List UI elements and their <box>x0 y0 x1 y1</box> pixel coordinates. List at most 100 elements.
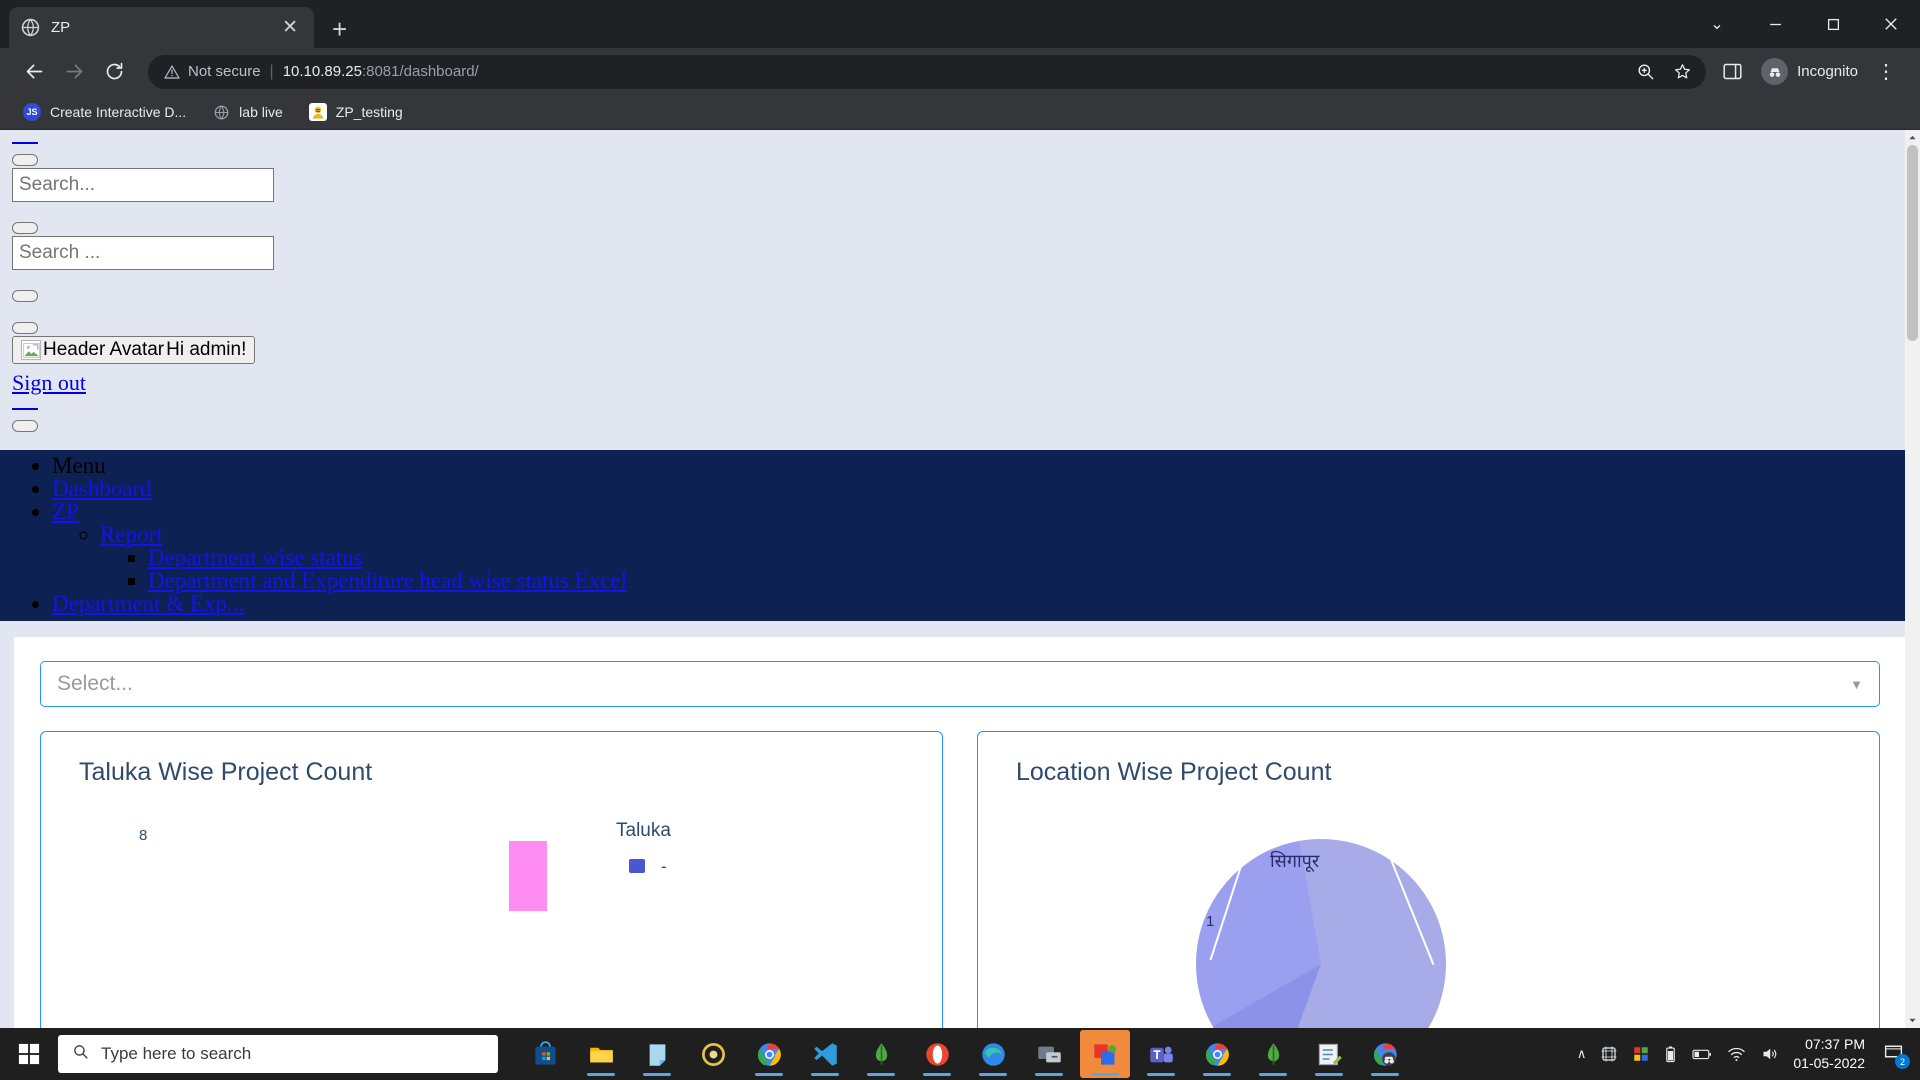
incognito-profile-chip[interactable]: Incognito <box>1755 54 1870 89</box>
windows-taskbar: Type here to search ∧ 07:37 PM 01-05-202… <box>0 1028 1920 1080</box>
card-title: Location Wise Project Count <box>1016 758 1332 786</box>
taskbar-app-visual-studio-code[interactable] <box>800 1030 850 1078</box>
search-tabs-icon[interactable]: ⌄ <box>1688 0 1746 48</box>
back-icon[interactable] <box>14 52 54 92</box>
axis-tick-label: 8 <box>139 827 148 844</box>
taskbar-app-file-explorer[interactable] <box>576 1030 626 1078</box>
taskbar-app-anydesk[interactable] <box>1080 1030 1130 1078</box>
nav-link-department-exp[interactable]: Department & Exp... <box>52 591 244 616</box>
nav-list-level2: Report Department wise status Department… <box>52 523 1920 592</box>
bar-segment[interactable] <box>509 841 547 911</box>
running-indicator <box>643 1073 671 1076</box>
nav-link-department-wise-status[interactable]: Department wise status <box>148 545 363 570</box>
running-indicator <box>867 1073 895 1076</box>
taskbar-app-remote-desktop[interactable] <box>1024 1030 1074 1078</box>
taskbar-app-sticky-notes[interactable] <box>632 1030 682 1078</box>
signout-link[interactable]: Sign out <box>12 370 86 396</box>
nav-link-zp[interactable]: ZP <box>52 499 79 524</box>
taskbar-app-microsoft-store[interactable] <box>520 1030 570 1078</box>
nav-item-department-exp[interactable]: Department & Exp... <box>52 592 1920 615</box>
taskbar-app-photos[interactable] <box>688 1030 738 1078</box>
taskbar-window-mongodb[interactable] <box>1248 1030 1298 1078</box>
bookmark-label: Create Interactive D... <box>50 104 187 120</box>
chevron-up-icon[interactable]: ∧ <box>1577 1046 1587 1062</box>
maximize-button[interactable] <box>1804 0 1862 48</box>
omnibox-separator: | <box>269 62 274 80</box>
browser-tab-zp[interactable]: ZP ✕ <box>9 7 314 48</box>
dashboard-panel: Select... ▼ Taluka Wise Project Count 8 … <box>14 637 1906 1028</box>
sidebar-toggle-button[interactable] <box>12 154 38 166</box>
nav-item-zp[interactable]: ZP Report Department wise status Departm… <box>52 500 1920 592</box>
window-controls: ⌄ <box>1688 0 1920 48</box>
address-bar[interactable]: Not secure | 10.10.89.25:8081/dashboard/ <box>148 54 1707 89</box>
filter-select[interactable]: Select... ▼ <box>40 661 1880 707</box>
user-menu-toggle-button[interactable] <box>12 322 38 334</box>
bookmark-item[interactable]: ZP_testing <box>300 99 412 125</box>
nav-item-dashboard[interactable]: Dashboard <box>52 477 1920 500</box>
nav-item-department-wise-status[interactable]: Department wise status <box>148 546 1920 569</box>
chrome-menu-icon[interactable]: ⋮ <box>1870 59 1906 84</box>
volume-icon[interactable] <box>1760 1045 1779 1063</box>
bookmark-item[interactable]: lab live <box>203 99 292 125</box>
scroll-up-arrow[interactable] <box>1905 130 1920 145</box>
running-indicator <box>979 1073 1007 1076</box>
taskbar-window-chrome-incognito[interactable] <box>1360 1030 1410 1078</box>
notification-center-button[interactable]: 2 <box>1879 1041 1910 1069</box>
new-tab-button[interactable]: + <box>332 16 347 42</box>
search-input-primary[interactable] <box>12 168 274 202</box>
running-indicator <box>1371 1073 1399 1076</box>
minimize-button[interactable] <box>1746 0 1804 48</box>
card-title: Taluka Wise Project Count <box>79 758 373 786</box>
nav-item-department-expenditure-excel[interactable]: Department and Expenditure head wise sta… <box>148 569 1920 592</box>
header-divider-top <box>12 142 38 144</box>
running-indicator <box>923 1073 951 1076</box>
page-scrollbar[interactable] <box>1905 130 1920 1028</box>
nav-link-dashboard[interactable]: Dashboard <box>52 476 152 501</box>
card-taluka-wise-project-count: Taluka Wise Project Count 8 Taluka - <box>40 731 943 1028</box>
close-icon[interactable]: ✕ <box>278 14 302 41</box>
taskbar-window-notepad[interactable] <box>1304 1030 1354 1078</box>
color-tray-icon[interactable] <box>1632 1045 1650 1063</box>
browser-toolbar: Not secure | 10.10.89.25:8081/dashboard/… <box>0 48 1920 95</box>
search-toggle-button[interactable] <box>12 222 38 234</box>
taskbar-search-box[interactable]: Type here to search <box>58 1035 498 1073</box>
windows-icon[interactable] <box>0 1028 58 1080</box>
taskbar-app-mongodb-compass[interactable] <box>856 1030 906 1078</box>
taskbar-clock[interactable]: 07:37 PM 01-05-2022 <box>1793 1035 1865 1073</box>
tab-title: ZP <box>51 19 71 36</box>
taskbar-window-chrome[interactable] <box>1192 1030 1242 1078</box>
scrollbar-thumb[interactable] <box>1907 145 1918 341</box>
legend-title: Taluka <box>616 820 671 841</box>
taskbar-app-teams[interactable] <box>1136 1030 1186 1078</box>
reload-icon[interactable] <box>94 52 134 92</box>
zoom-icon[interactable] <box>1636 62 1655 81</box>
search-input-secondary[interactable] <box>12 236 274 270</box>
battery-saver-icon[interactable] <box>1664 1045 1677 1063</box>
nav-item-menu: Menu <box>52 454 1920 477</box>
taskbar-app-google-chrome[interactable] <box>744 1030 794 1078</box>
screen-snip-icon[interactable] <box>1600 1045 1618 1063</box>
taskbar-app-opera-browser[interactable] <box>912 1030 962 1078</box>
nav-item-report[interactable]: Report Department wise status Department… <box>100 523 1920 592</box>
notifications-button[interactable] <box>12 290 38 302</box>
close-window-button[interactable] <box>1862 0 1920 48</box>
bookmark-item[interactable]: JS Create Interactive D... <box>14 99 195 125</box>
nav-link-report[interactable]: Report <box>100 522 163 547</box>
side-panel-icon[interactable] <box>1722 61 1743 82</box>
pie-slice[interactable] <box>1196 839 1446 1028</box>
forward-icon[interactable] <box>54 52 94 92</box>
legend-swatch <box>629 859 645 873</box>
running-indicator <box>587 1073 615 1076</box>
scroll-down-arrow[interactable] <box>1905 1013 1920 1028</box>
taskbar-app-microsoft-edge[interactable] <box>968 1030 1018 1078</box>
user-avatar-button[interactable]: Header Avatar Hi admin! <box>12 336 256 364</box>
incognito-icon <box>1761 58 1789 85</box>
menu-collapse-button[interactable] <box>12 420 38 432</box>
not-secure-indicator[interactable]: Not secure <box>164 63 261 80</box>
nav-link-department-expenditure-excel[interactable]: Department and Expenditure head wise sta… <box>148 568 627 593</box>
wifi-icon[interactable] <box>1727 1045 1746 1063</box>
battery-icon[interactable] <box>1691 1045 1713 1063</box>
star-icon[interactable] <box>1673 62 1692 81</box>
location-pie-chart: सिगापूर 1 <box>978 821 1879 1028</box>
greeting-label: Hi admin! <box>166 339 247 360</box>
